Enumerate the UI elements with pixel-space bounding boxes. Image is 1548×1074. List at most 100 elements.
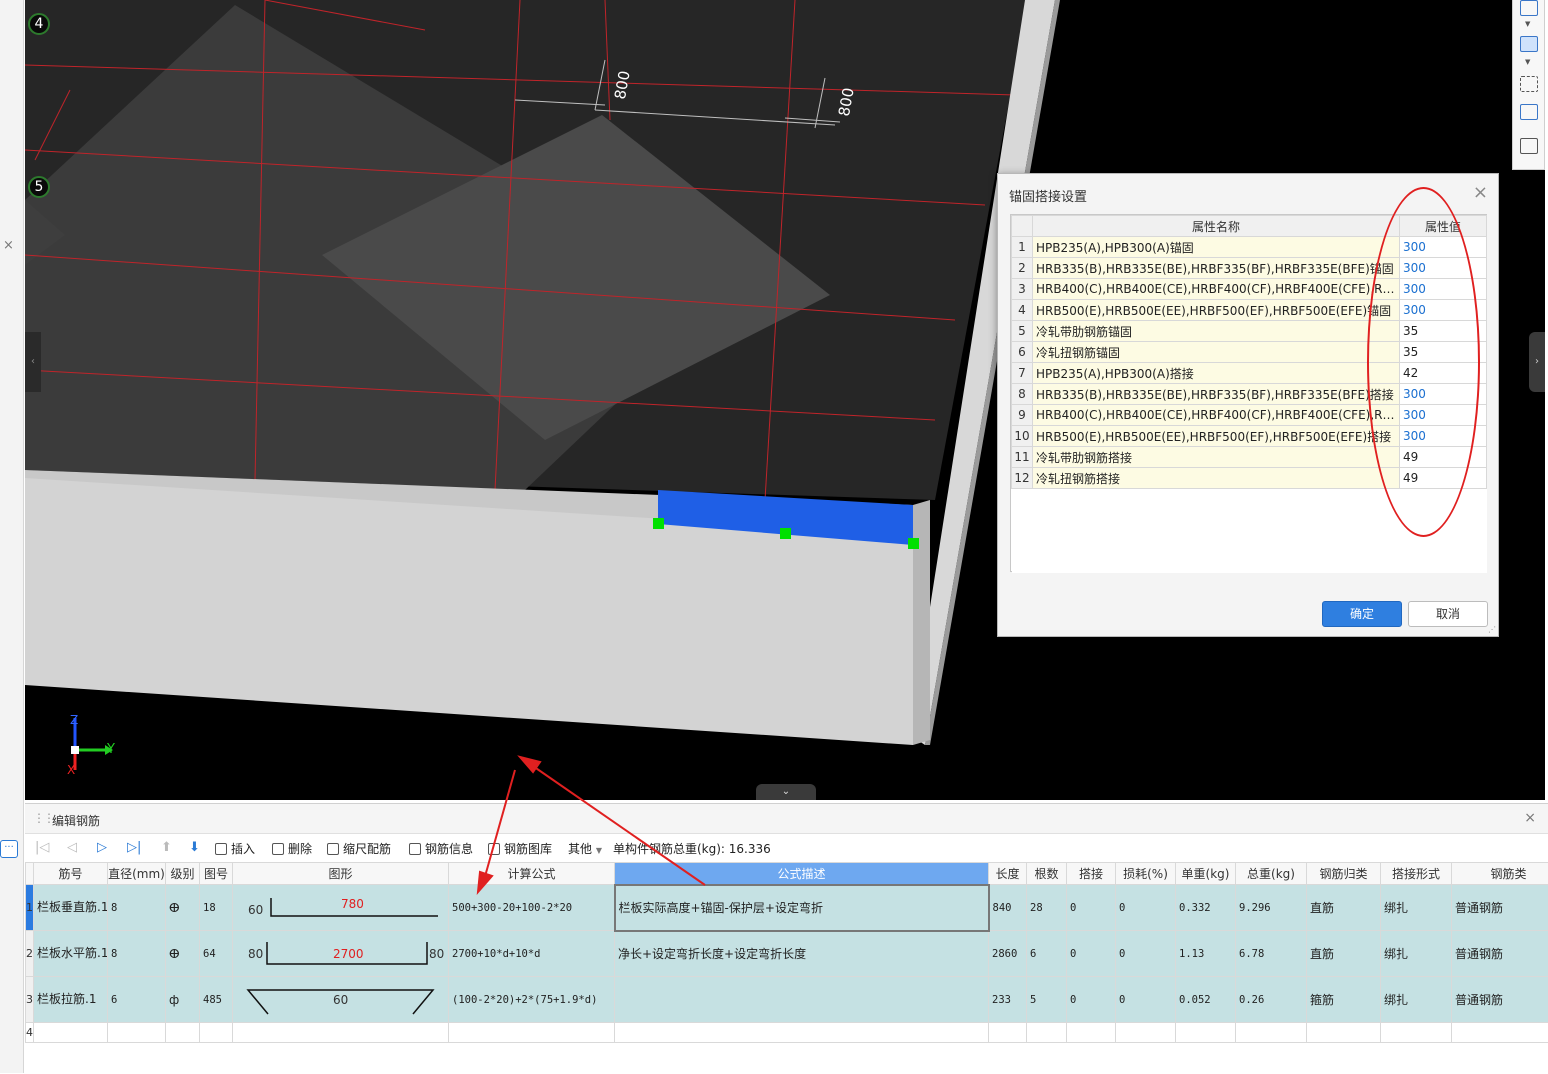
chevron-down-icon[interactable]: ⌄ (756, 784, 816, 800)
table-row[interactable]: 3栏板拉筋.16ф48560(100-2*20)+2*(75+1.9*d)233… (26, 977, 1548, 1023)
table-cell[interactable] (1236, 1023, 1307, 1043)
cell-grade[interactable]: ф (166, 977, 200, 1023)
next-icon[interactable]: ▷ (97, 840, 107, 855)
cell-formula[interactable]: (100-2*20)+2*(75+1.9*d) (449, 977, 615, 1023)
expand-right-tab[interactable]: › (1529, 332, 1545, 392)
table-cell[interactable] (166, 1023, 200, 1043)
cell-length[interactable]: 2860 (989, 931, 1027, 977)
cell-dia[interactable]: 8 (108, 931, 166, 977)
cell-dia[interactable]: 8 (108, 885, 166, 931)
cell-lap[interactable]: 0 (1067, 885, 1116, 931)
cell-category[interactable]: 直筋 (1307, 885, 1381, 931)
cell-total-w[interactable]: 0.26 (1236, 977, 1307, 1023)
first-icon[interactable]: |◁ (35, 840, 49, 855)
more-icon[interactable]: ··· (0, 840, 18, 858)
cell-fig[interactable]: 18 (200, 885, 233, 931)
prev-icon[interactable]: ◁ (67, 840, 77, 855)
column-header[interactable]: 根数 (1027, 863, 1067, 885)
table-cell[interactable] (1027, 1023, 1067, 1043)
view-2d-icon[interactable] (1520, 0, 1538, 16)
column-header[interactable]: 钢筋类 (1452, 863, 1548, 885)
cell-lap-type[interactable]: 绑扎 (1381, 931, 1452, 977)
table-cell[interactable] (1067, 1023, 1116, 1043)
table-cell[interactable] (1176, 1023, 1236, 1043)
view-3d-icon[interactable] (1520, 36, 1538, 52)
table-cell[interactable] (1381, 1023, 1452, 1043)
column-header[interactable]: 图号 (200, 863, 233, 885)
cell-type[interactable]: 普通钢筋 (1452, 885, 1548, 931)
cell-category[interactable]: 直筋 (1307, 931, 1381, 977)
close-icon[interactable]: × (1524, 810, 1536, 826)
column-header[interactable]: 级别 (166, 863, 200, 885)
resize-grip-icon[interactable]: ⋰ (1488, 625, 1496, 634)
table-cell[interactable] (449, 1023, 615, 1043)
properties-icon[interactable] (1520, 138, 1538, 154)
column-header[interactable]: 图形 (233, 863, 449, 885)
table-cell[interactable] (1452, 1023, 1548, 1043)
cell-fig[interactable]: 485 (200, 977, 233, 1023)
rebar-library-button[interactable]: 钢筋图库 (488, 840, 552, 857)
column-header[interactable]: 公式描述 (615, 863, 989, 885)
table-cell[interactable] (233, 1023, 449, 1043)
scale-rebar-button[interactable]: 缩尺配筋 (327, 840, 391, 857)
table-row[interactable]: 4 (26, 1023, 1548, 1043)
cell-total-w[interactable]: 6.78 (1236, 931, 1307, 977)
column-header[interactable]: 搭接形式 (1381, 863, 1452, 885)
cell-category[interactable]: 箍筋 (1307, 977, 1381, 1023)
row-index[interactable]: 2 (26, 931, 34, 977)
cell-desc[interactable] (615, 977, 989, 1023)
cell-length[interactable]: 233 (989, 977, 1027, 1023)
cell-desc[interactable]: 净长+设定弯折长度+设定弯折长度 (615, 931, 989, 977)
cell-count[interactable]: 28 (1027, 885, 1067, 931)
table-row[interactable]: 2栏板水平筋.18ⴲ64802700802700+10*d+10*d净长+设定弯… (26, 931, 1548, 977)
column-header[interactable]: 长度 (989, 863, 1027, 885)
cell-loss[interactable]: 0 (1116, 885, 1176, 931)
cell-loss[interactable]: 0 (1116, 931, 1176, 977)
table-cell[interactable] (108, 1023, 166, 1043)
cell-grade[interactable]: ⴲ (166, 885, 200, 931)
insert-button[interactable]: 插入 (215, 840, 255, 857)
cell-unit-w[interactable]: 0.052 (1176, 977, 1236, 1023)
column-header[interactable]: 钢筋归类 (1307, 863, 1381, 885)
cell-name[interactable]: 栏板拉筋.1 (34, 977, 108, 1023)
caret-down-icon[interactable]: ▼ (1525, 58, 1530, 66)
table-cell[interactable] (1307, 1023, 1381, 1043)
rebar-shape-cell[interactable]: 60780 (233, 885, 449, 931)
column-header[interactable]: 搭接 (1067, 863, 1116, 885)
cell-length[interactable]: 840 (989, 885, 1027, 931)
table-cell[interactable] (200, 1023, 233, 1043)
confirm-button[interactable]: 确定 (1322, 601, 1402, 627)
cell-lap-type[interactable]: 绑扎 (1381, 977, 1452, 1023)
table-cell[interactable] (989, 1023, 1027, 1043)
rebar-shape-cell[interactable]: 60 (233, 977, 449, 1023)
row-index[interactable]: 1 (26, 885, 34, 931)
column-header[interactable]: 总重(kg) (1236, 863, 1307, 885)
cube-view-icon[interactable] (1520, 104, 1538, 120)
cell-type[interactable]: 普通钢筋 (1452, 977, 1548, 1023)
cell-loss[interactable]: 0 (1116, 977, 1176, 1023)
cell-fig[interactable]: 64 (200, 931, 233, 977)
close-icon[interactable]: × (1473, 182, 1488, 203)
column-header[interactable]: 损耗(%) (1116, 863, 1176, 885)
table-cell[interactable] (1116, 1023, 1176, 1043)
cell-formula[interactable]: 2700+10*d+10*d (449, 931, 615, 977)
cell-desc[interactable]: 栏板实际高度+锚固-保护层+设定弯折 (615, 885, 989, 931)
column-header[interactable]: 单重(kg) (1176, 863, 1236, 885)
rebar-info-button[interactable]: 钢筋信息 (409, 840, 473, 857)
cell-count[interactable]: 5 (1027, 977, 1067, 1023)
cell-formula[interactable]: 500+300-20+100-2*20 (449, 885, 615, 931)
cell-count[interactable]: 6 (1027, 931, 1067, 977)
fullscreen-icon[interactable] (1520, 76, 1538, 92)
rebar-shape-cell[interactable]: 80270080 (233, 931, 449, 977)
row-index[interactable]: 4 (26, 1023, 34, 1043)
delete-button[interactable]: 删除 (272, 840, 312, 857)
close-icon[interactable]: × (3, 238, 14, 253)
table-cell[interactable] (615, 1023, 989, 1043)
cell-grade[interactable]: ⴲ (166, 931, 200, 977)
cell-total-w[interactable]: 9.296 (1236, 885, 1307, 931)
last-icon[interactable]: ▷| (127, 840, 141, 855)
cell-type[interactable]: 普通钢筋 (1452, 931, 1548, 977)
cell-dia[interactable]: 6 (108, 977, 166, 1023)
drag-handle-icon[interactable]: ⋮⋮ (33, 811, 53, 825)
other-dropdown[interactable]: 其他 ▼ (568, 840, 602, 857)
